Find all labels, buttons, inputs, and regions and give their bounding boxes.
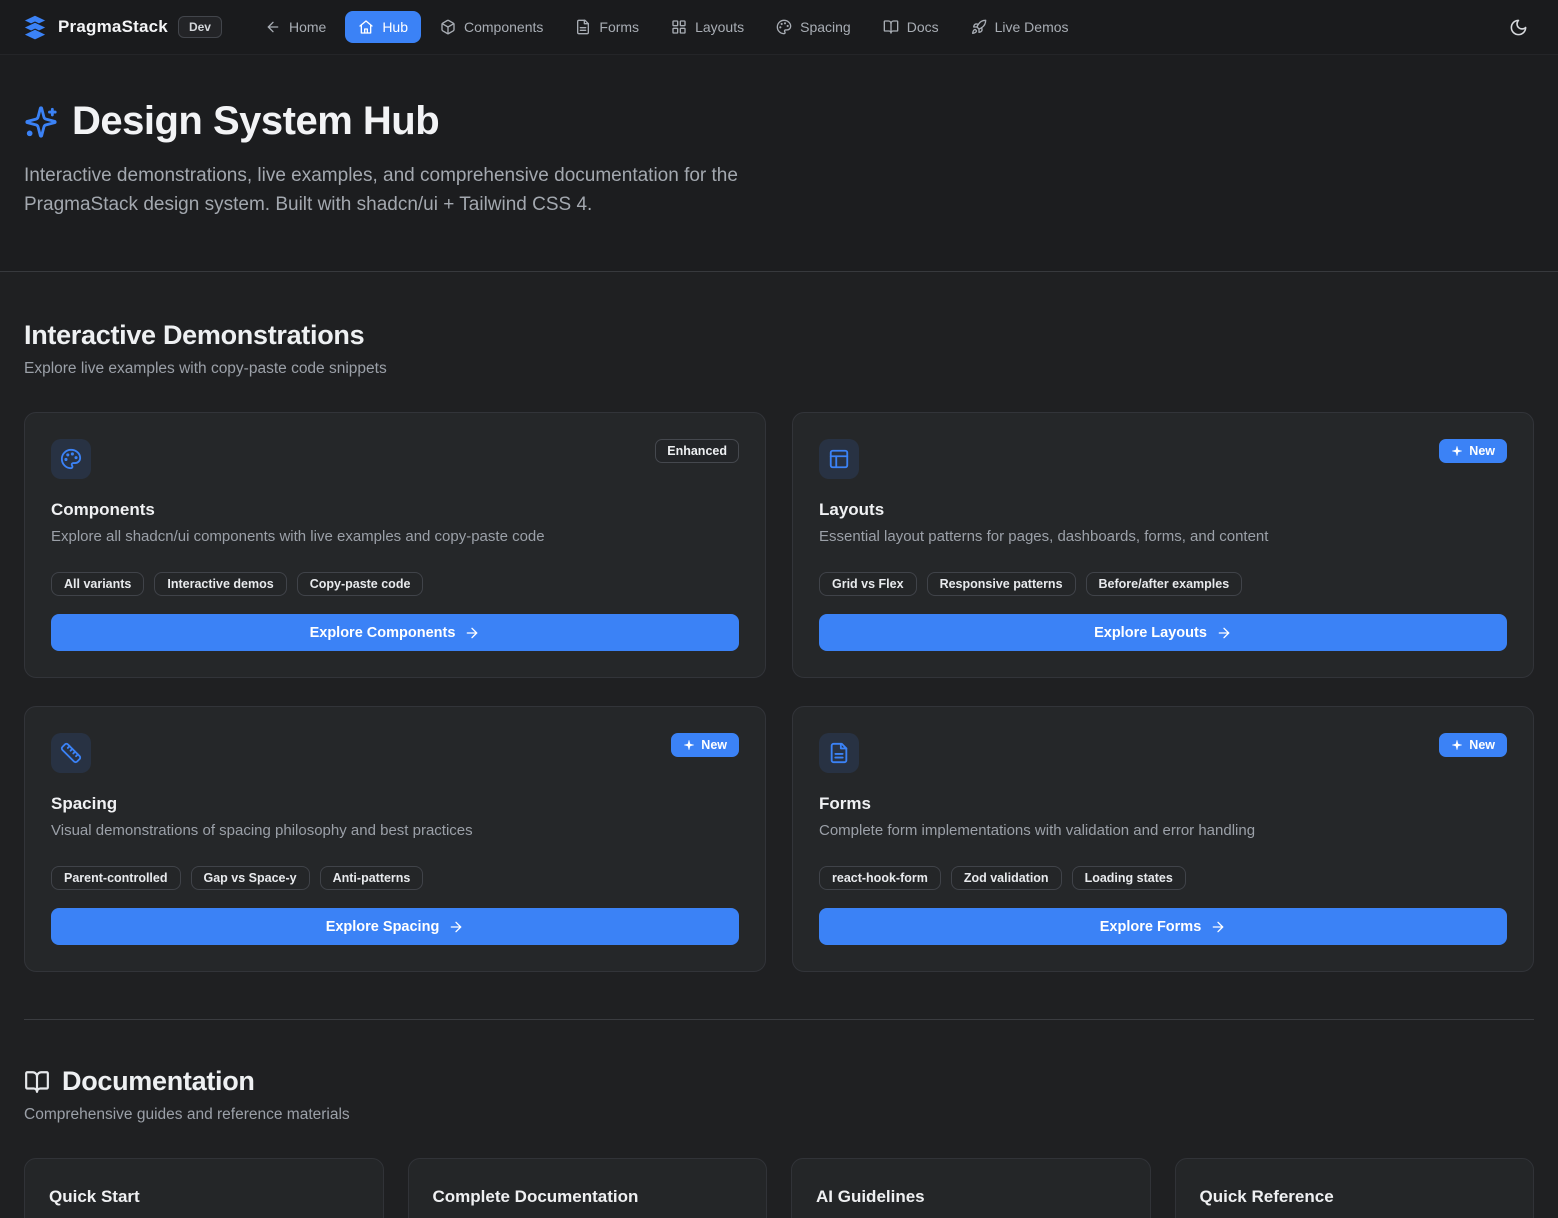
doc-card-title: Quick Start xyxy=(49,1187,359,1207)
explore-components-button[interactable]: Explore Components xyxy=(51,614,739,651)
explore-spacing-button[interactable]: Explore Spacing xyxy=(51,908,739,945)
card-description: Explore all shadcn/ui components with li… xyxy=(51,528,739,545)
card-title: Components xyxy=(51,500,739,520)
rocket-icon xyxy=(971,19,987,35)
arrow-right-icon xyxy=(1210,919,1226,935)
sparkles-icon xyxy=(24,105,58,139)
demos-subheading: Explore live examples with copy-paste co… xyxy=(24,360,1534,378)
arrow-left-icon xyxy=(265,19,281,35)
tag: Interactive demos xyxy=(154,572,286,596)
demo-card-layouts: New Layouts Essential layout patterns fo… xyxy=(792,412,1534,678)
doc-card-quick-reference[interactable]: Quick Reference Cheat sheet for lookups xyxy=(1175,1158,1535,1218)
status-badge: New xyxy=(671,733,739,757)
status-badge: New xyxy=(1439,439,1507,463)
tag: Grid vs Flex xyxy=(819,572,917,596)
sparkles-icon xyxy=(1451,445,1463,457)
card-title: Spacing xyxy=(51,794,739,814)
tag: Parent-controlled xyxy=(51,866,181,890)
doc-card-complete-documentation[interactable]: Complete Documentation Full design syste… xyxy=(408,1158,768,1218)
arrow-right-icon xyxy=(464,625,480,641)
docs-subheading: Comprehensive guides and reference mater… xyxy=(24,1106,1534,1124)
docs-card-grid: Quick Start 5-minute crash course Comple… xyxy=(24,1158,1534,1218)
ruler-icon xyxy=(51,733,91,773)
sparkles-icon xyxy=(1451,739,1463,751)
nav-item-components[interactable]: Components xyxy=(427,11,556,43)
doc-card-title: Quick Reference xyxy=(1200,1187,1510,1207)
card-title: Forms xyxy=(819,794,1507,814)
card-title: Layouts xyxy=(819,500,1507,520)
house-icon xyxy=(358,19,374,35)
tag: Copy-paste code xyxy=(297,572,424,596)
status-badge: Enhanced xyxy=(655,439,739,463)
top-navbar: PragmaStack Dev Home Hub Components Fo xyxy=(0,0,1558,55)
layers-logo-icon xyxy=(22,14,48,40)
tag: Loading states xyxy=(1072,866,1186,890)
tag-row: All variants Interactive demos Copy-past… xyxy=(51,572,739,596)
tag: Gap vs Space-y xyxy=(191,866,310,890)
demo-card-grid: Enhanced Components Explore all shadcn/u… xyxy=(24,412,1534,972)
theme-toggle-button[interactable] xyxy=(1500,9,1536,45)
demos-heading: Interactive Demonstrations xyxy=(24,320,1534,351)
book-open-icon xyxy=(883,19,899,35)
palette-icon xyxy=(776,19,792,35)
palette-icon xyxy=(51,439,91,479)
page-title: Design System Hub xyxy=(72,99,439,144)
explore-layouts-button[interactable]: Explore Layouts xyxy=(819,614,1507,651)
sparkles-icon xyxy=(683,739,695,751)
tag: All variants xyxy=(51,572,144,596)
nav-item-home[interactable]: Home xyxy=(252,11,339,43)
status-badge: New xyxy=(1439,733,1507,757)
arrow-right-icon xyxy=(448,919,464,935)
demo-card-forms: New Forms Complete form implementations … xyxy=(792,706,1534,972)
brand-name: PragmaStack xyxy=(58,17,168,37)
page-subtitle: Interactive demonstrations, live example… xyxy=(24,162,769,219)
moon-icon xyxy=(1509,18,1528,37)
card-description: Visual demonstrations of spacing philoso… xyxy=(51,822,739,839)
tag: Zod validation xyxy=(951,866,1062,890)
tag-row: react-hook-form Zod validation Loading s… xyxy=(819,866,1507,890)
tag: Before/after examples xyxy=(1086,572,1243,596)
doc-card-title: Complete Documentation xyxy=(433,1187,743,1207)
brand: PragmaStack Dev xyxy=(22,14,222,40)
nav-item-docs[interactable]: Docs xyxy=(870,11,952,43)
card-description: Essential layout patterns for pages, das… xyxy=(819,528,1507,545)
file-text-icon xyxy=(819,733,859,773)
box-icon xyxy=(440,19,456,35)
doc-card-quick-start[interactable]: Quick Start 5-minute crash course xyxy=(24,1158,384,1218)
tag: react-hook-form xyxy=(819,866,941,890)
nav-item-layouts[interactable]: Layouts xyxy=(658,11,757,43)
panels-top-left-icon xyxy=(819,439,859,479)
card-description: Complete form implementations with valid… xyxy=(819,822,1507,839)
tag: Anti-patterns xyxy=(320,866,424,890)
doc-card-ai-guidelines[interactable]: AI Guidelines Rules for AI code generati… xyxy=(791,1158,1151,1218)
file-text-icon xyxy=(575,19,591,35)
tag: Responsive patterns xyxy=(927,572,1076,596)
hero-section: Design System Hub Interactive demonstrat… xyxy=(0,55,1558,272)
explore-forms-button[interactable]: Explore Forms xyxy=(819,908,1507,945)
nav-item-hub[interactable]: Hub xyxy=(345,11,421,43)
nav-item-live-demos[interactable]: Live Demos xyxy=(958,11,1082,43)
tag-row: Grid vs Flex Responsive patterns Before/… xyxy=(819,572,1507,596)
tag-row: Parent-controlled Gap vs Space-y Anti-pa… xyxy=(51,866,739,890)
main-nav: Home Hub Components Forms Layouts xyxy=(252,11,1082,43)
nav-item-forms[interactable]: Forms xyxy=(562,11,652,43)
arrow-right-icon xyxy=(1216,625,1232,641)
demos-section: Interactive Demonstrations Explore live … xyxy=(24,272,1534,972)
docs-heading: Documentation xyxy=(62,1066,255,1097)
demo-card-spacing: New Spacing Visual demonstrations of spa… xyxy=(24,706,766,972)
book-open-icon xyxy=(24,1069,50,1095)
nav-item-spacing[interactable]: Spacing xyxy=(763,11,864,43)
layout-grid-icon xyxy=(671,19,687,35)
documentation-section: Documentation Comprehensive guides and r… xyxy=(24,1020,1534,1218)
doc-card-title: AI Guidelines xyxy=(816,1187,1126,1207)
env-badge: Dev xyxy=(178,16,222,38)
demo-card-components: Enhanced Components Explore all shadcn/u… xyxy=(24,412,766,678)
